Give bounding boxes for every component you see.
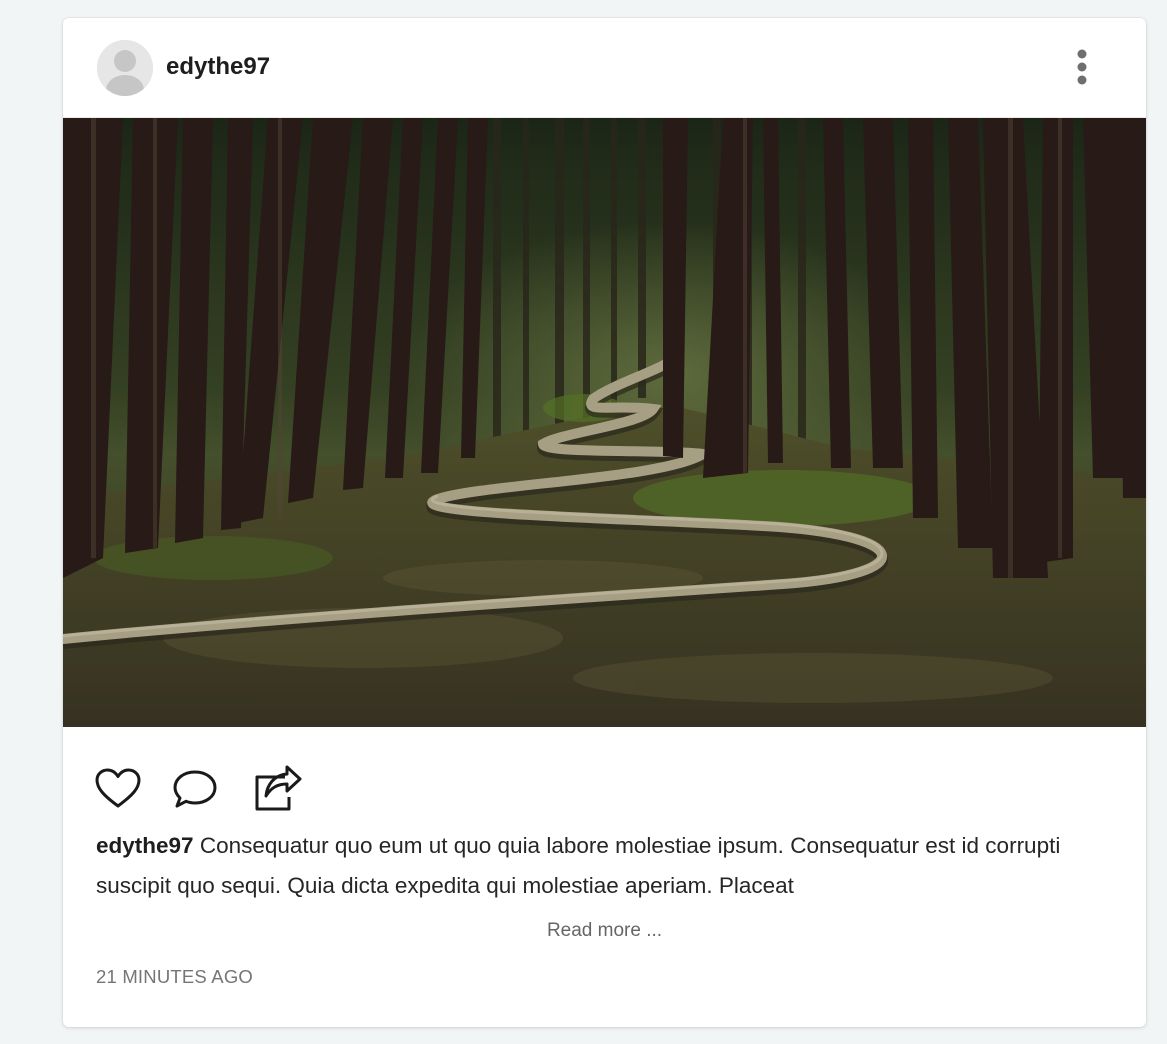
caption-text: Consequatur quo eum ut quo quia labore m… [96, 833, 1061, 898]
post-username[interactable]: edythe97 [166, 53, 270, 81]
read-more-link[interactable]: Read more ... [63, 920, 1146, 942]
caption-username[interactable]: edythe97 [96, 833, 194, 858]
default-user-avatar-icon [97, 40, 153, 96]
post-image[interactable] [63, 118, 1146, 727]
heart-outline-icon [95, 768, 141, 808]
share-button[interactable] [251, 764, 303, 819]
speech-bubble-icon [173, 770, 217, 808]
share-arrow-icon [255, 765, 302, 811]
post-caption: edythe97 Consequatur quo eum ut quo quia… [96, 826, 1106, 906]
vertical-dots-icon [1077, 49, 1087, 85]
avatar[interactable] [97, 40, 153, 96]
like-button[interactable] [95, 766, 141, 817]
comment-button[interactable] [172, 768, 218, 817]
post-timestamp: 21 MINUTES AGO [96, 966, 254, 987]
post-card: edythe97 edythe97 Consequatur quo eum ut… [63, 18, 1146, 1027]
more-options-button[interactable] [1067, 46, 1097, 88]
post-header: edythe97 [63, 18, 1146, 118]
